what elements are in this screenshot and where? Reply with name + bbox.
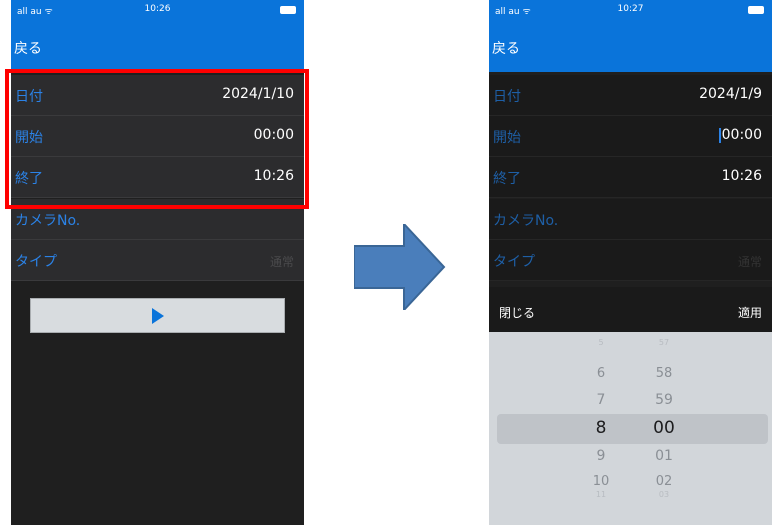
start-value-editing[interactable]: 00:00 [718,127,762,143]
end-label: 終了 [493,171,521,187]
date-value: 2024/1/9 [699,86,762,102]
apply-button[interactable]: 適用 [738,304,762,321]
picker-selection-band [497,414,768,444]
type-label: タイプ [15,254,57,270]
navigation-bar: 戻る [11,20,304,72]
hours-option[interactable]: 9 [581,448,621,464]
play-button[interactable] [30,298,285,333]
type-row[interactable]: タイプ 通常 [11,240,304,281]
right-arrow-icon [354,224,446,310]
camera-label: カメラNo. [493,213,559,229]
status-time: 10:26 [144,4,171,14]
status-bar: all au ᯤ 10:26 [11,0,304,20]
camera-label: カメラNo. [15,213,81,229]
time-picker[interactable]: 5 6 7 8 9 10 11 57 58 59 00 01 02 03 [489,332,772,525]
end-row[interactable]: 終了 10:26 [489,157,772,198]
battery-icon [748,6,764,14]
type-row[interactable]: タイプ 通常 [489,240,772,281]
battery-icon [280,6,296,14]
camera-row[interactable]: カメラNo. [489,199,772,240]
start-row[interactable]: 開始 00:00 [489,116,772,157]
picker-toolbar: 閉じる 適用 [489,287,772,332]
hours-option[interactable]: 10 [581,474,621,489]
end-value: 10:26 [721,168,762,184]
minutes-option[interactable]: 01 [644,448,684,464]
type-value: 通常 [269,255,294,269]
phone-screen-after: all au ᯤ 10:27 戻る 日付 2024/1/9 開始 00:00 終… [489,0,772,525]
back-button[interactable]: 戻る [492,38,520,58]
play-icon [152,308,164,324]
hours-option[interactable]: 6 [581,366,621,381]
status-time: 10:27 [617,4,644,14]
hours-option[interactable]: 8 [581,418,621,438]
back-button[interactable]: 戻る [14,38,42,58]
status-bar: all au ᯤ 10:27 [489,0,772,20]
highlight-box [5,69,309,209]
minutes-option[interactable]: 00 [644,418,684,438]
date-label: 日付 [493,89,521,105]
minutes-option[interactable]: 03 [644,490,684,499]
close-button[interactable]: 閉じる [499,304,535,321]
minutes-option[interactable]: 02 [644,474,684,489]
hours-option[interactable]: 7 [581,392,621,408]
start-value: 00:00 [721,127,762,143]
minutes-option[interactable]: 58 [644,366,684,381]
minutes-option[interactable]: 57 [644,338,684,347]
date-row[interactable]: 日付 2024/1/9 [489,75,772,116]
text-cursor [718,127,721,143]
type-label: タイプ [493,254,535,270]
start-label: 開始 [493,130,521,146]
hours-option[interactable]: 5 [581,338,621,347]
navigation-bar: 戻る [489,20,772,72]
minutes-option[interactable]: 59 [644,392,684,408]
type-value: 通常 [737,255,762,269]
hours-option[interactable]: 11 [581,490,621,499]
